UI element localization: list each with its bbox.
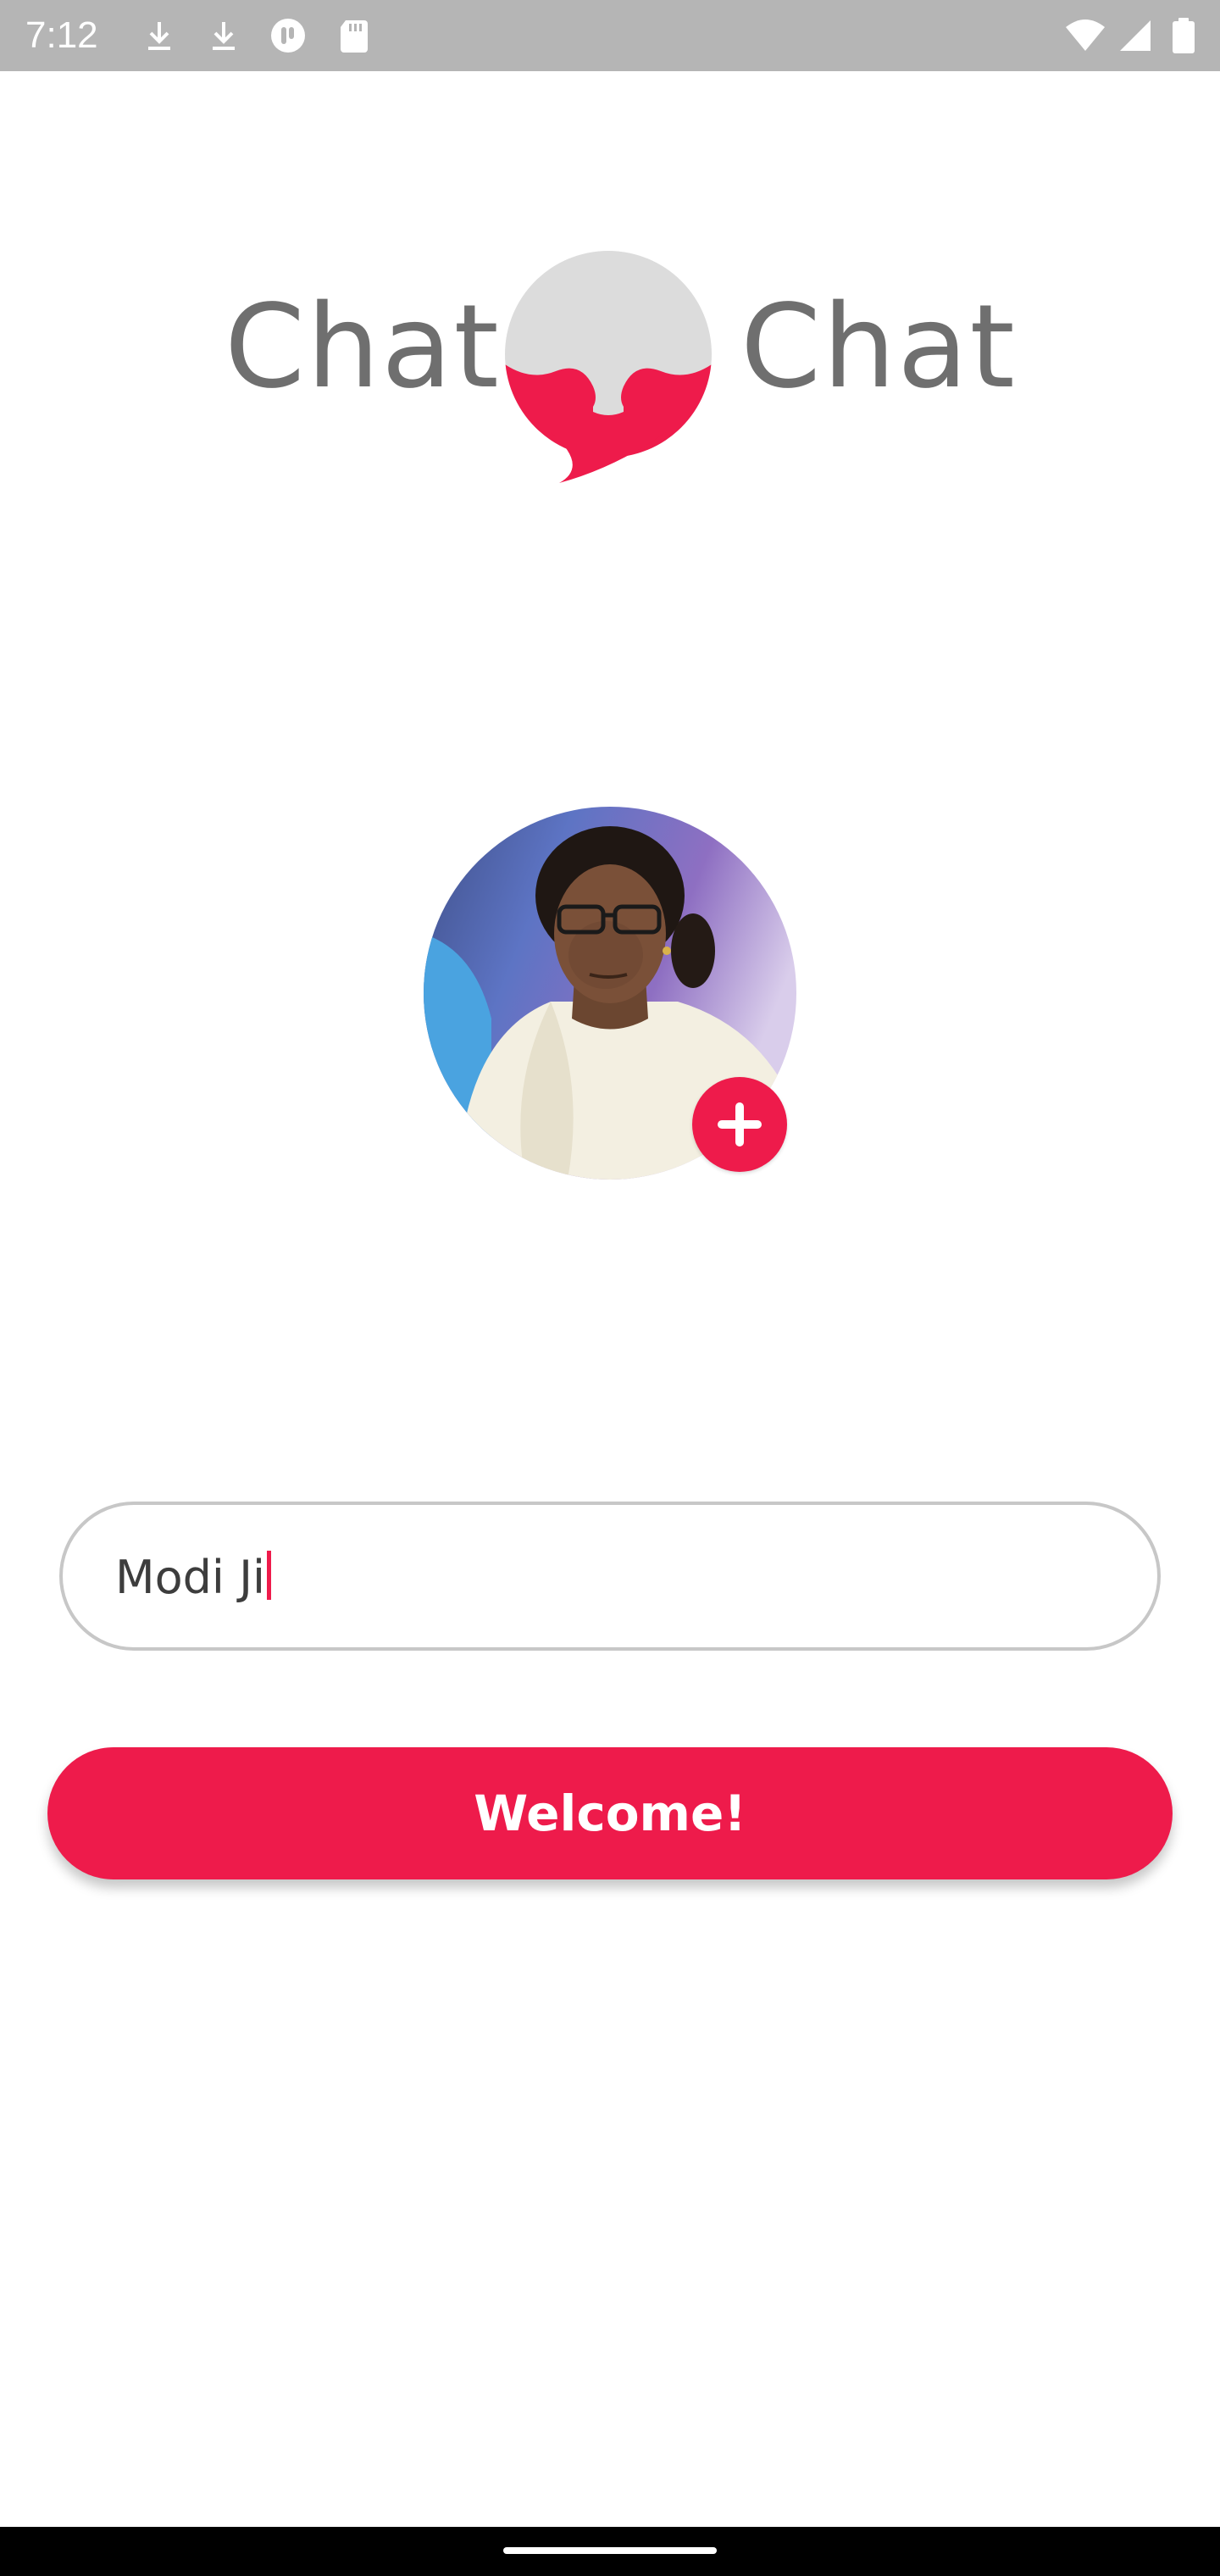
name-input-value: Modi Ji: [115, 1551, 266, 1604]
battery-icon: [1173, 18, 1195, 53]
signal-icon: [1120, 20, 1151, 51]
home-gesture-handle[interactable]: [503, 2547, 717, 2554]
add-photo-button[interactable]: [692, 1077, 787, 1172]
download-icon: [148, 22, 170, 50]
sd-card-icon: [341, 20, 368, 53]
wifi-icon: [1066, 19, 1105, 51]
chat-bubble-logo-icon: [505, 251, 712, 483]
system-navigation-bar: [0, 2527, 1220, 2576]
welcome-button[interactable]: Welcome!: [47, 1747, 1173, 1879]
logo-word-left: Chat: [225, 280, 501, 414]
download-icon: [213, 22, 235, 50]
name-input[interactable]: Modi Ji: [59, 1502, 1161, 1651]
logo-word-right: Chat: [740, 280, 1017, 414]
status-bar: 7:12: [0, 0, 1220, 71]
welcome-button-label: Welcome!: [474, 1785, 746, 1842]
text-cursor: [267, 1551, 272, 1600]
app-notification-icon: [271, 19, 305, 53]
status-time: 7:12: [25, 14, 98, 56]
plus-icon: [718, 1102, 762, 1146]
